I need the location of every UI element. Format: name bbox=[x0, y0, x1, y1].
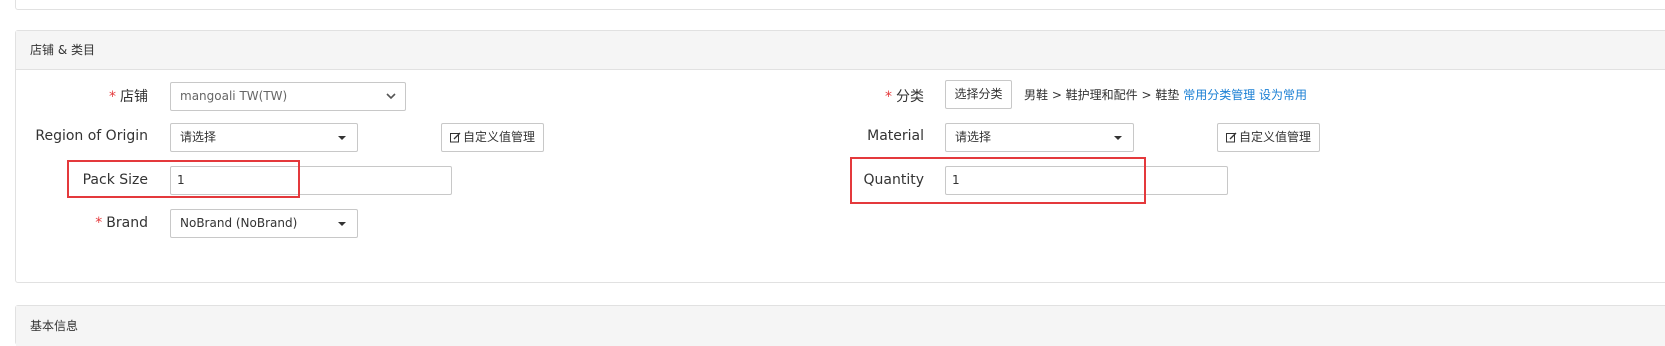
quantity-highlight-box bbox=[850, 157, 1146, 204]
category-path-row: 男鞋 > 鞋护理和配件 > 鞋垫 常用分类管理 设为常用 bbox=[1024, 86, 1307, 103]
basic-info-panel: 基本信息 bbox=[15, 305, 1665, 346]
region-of-origin-value: 请选择 bbox=[180, 130, 217, 144]
store-select[interactable]: mangoali TW(TW) bbox=[170, 82, 406, 111]
caret-down-icon bbox=[1114, 136, 1122, 140]
caret-down-icon bbox=[338, 222, 346, 226]
region-of-origin-label: Region of Origin bbox=[35, 128, 148, 144]
category-path: 男鞋 > 鞋护理和配件 > 鞋垫 bbox=[1024, 88, 1180, 102]
brand-select[interactable]: NoBrand (NoBrand) bbox=[170, 209, 358, 238]
brand-value: NoBrand (NoBrand) bbox=[180, 216, 298, 230]
region-custom-values-button[interactable]: 自定义值管理 bbox=[441, 123, 544, 152]
store-select-value: mangoali TW(TW) bbox=[180, 89, 288, 103]
material-value: 请选择 bbox=[955, 130, 992, 144]
material-custom-values-button[interactable]: 自定义值管理 bbox=[1217, 123, 1320, 152]
manage-common-categories-link[interactable]: 常用分类管理 bbox=[1183, 88, 1255, 102]
brand-label: * Brand bbox=[95, 215, 148, 231]
edit-icon bbox=[449, 132, 461, 143]
section-title: 基本信息 bbox=[16, 306, 1665, 346]
category-label: * 分类 bbox=[885, 89, 924, 105]
store-label: * 店铺 bbox=[109, 89, 148, 105]
set-common-link[interactable]: 设为常用 bbox=[1259, 88, 1307, 102]
store-category-panel: 店铺 & 类目 bbox=[15, 30, 1665, 283]
pack-size-highlight-box bbox=[67, 160, 300, 198]
edit-icon bbox=[1225, 132, 1237, 143]
previous-panel bbox=[15, 0, 1665, 10]
caret-down-icon bbox=[338, 136, 346, 140]
select-category-button[interactable]: 选择分类 bbox=[945, 80, 1012, 109]
region-of-origin-select[interactable]: 请选择 bbox=[170, 123, 358, 152]
material-select[interactable]: 请选择 bbox=[945, 123, 1134, 152]
section-title: 店铺 & 类目 bbox=[16, 31, 1665, 70]
chevron-down-icon bbox=[386, 93, 396, 100]
material-label: Material bbox=[867, 128, 924, 144]
